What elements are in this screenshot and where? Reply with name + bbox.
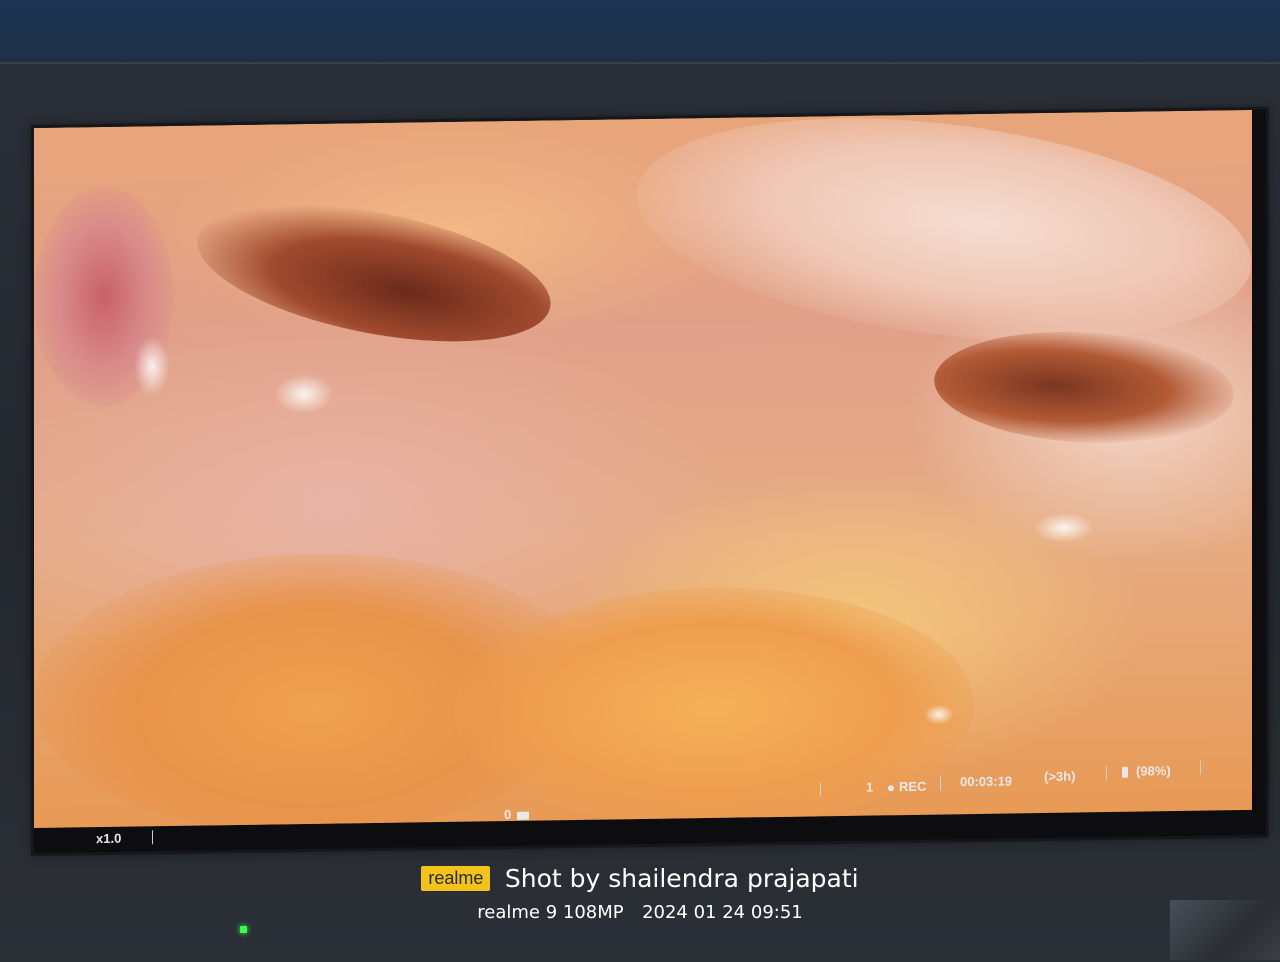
monitor-screen: x1.0 0 1 REC 00:03:19 (>3h) (98%) (34, 109, 1266, 854)
laparoscopic-view (34, 109, 1252, 829)
tissue-fold (185, 179, 563, 367)
light-reflection (1034, 512, 1094, 544)
record-dot-icon (888, 784, 894, 791)
card-count: 0 (504, 806, 512, 823)
osd-divider (1106, 766, 1107, 781)
equipment-rig (1170, 900, 1280, 960)
elapsed-time: 00:03:19 (960, 773, 1013, 790)
camera-device: realme 9 108MP (477, 902, 624, 923)
battery-icon (1122, 766, 1128, 778)
osd-divider (940, 776, 941, 791)
tissue-fold (930, 324, 1238, 451)
osd-divider (1200, 760, 1201, 775)
record-label: REC (899, 778, 927, 795)
light-reflection (134, 335, 170, 397)
channel-number: 1 (866, 779, 874, 795)
capture-datetime: 2024 01 24 09:51 (642, 902, 803, 923)
osd-divider (820, 782, 821, 797)
photo-credit: Shot by shailendra prajapati (504, 864, 859, 893)
battery-status: (98%) (1122, 763, 1171, 779)
light-reflection (274, 373, 334, 415)
card-counter: 0 (504, 806, 530, 823)
record-status: REC (888, 779, 926, 795)
photo-metadata: realme 9 108MP 2024 01 24 09:51 (0, 902, 1280, 926)
brand-badge: realme (421, 866, 491, 891)
remaining-time: (>3h) (1044, 768, 1076, 785)
memory-card-icon (517, 811, 530, 820)
zoom-level: x1.0 (96, 830, 122, 847)
tissue-region (622, 109, 1252, 373)
photo-watermark: realme Shot by shailendra prajapati (0, 864, 1280, 898)
osd-divider (152, 830, 153, 845)
battery-level: (98%) (1136, 763, 1171, 779)
power-led-indicator (240, 926, 247, 933)
